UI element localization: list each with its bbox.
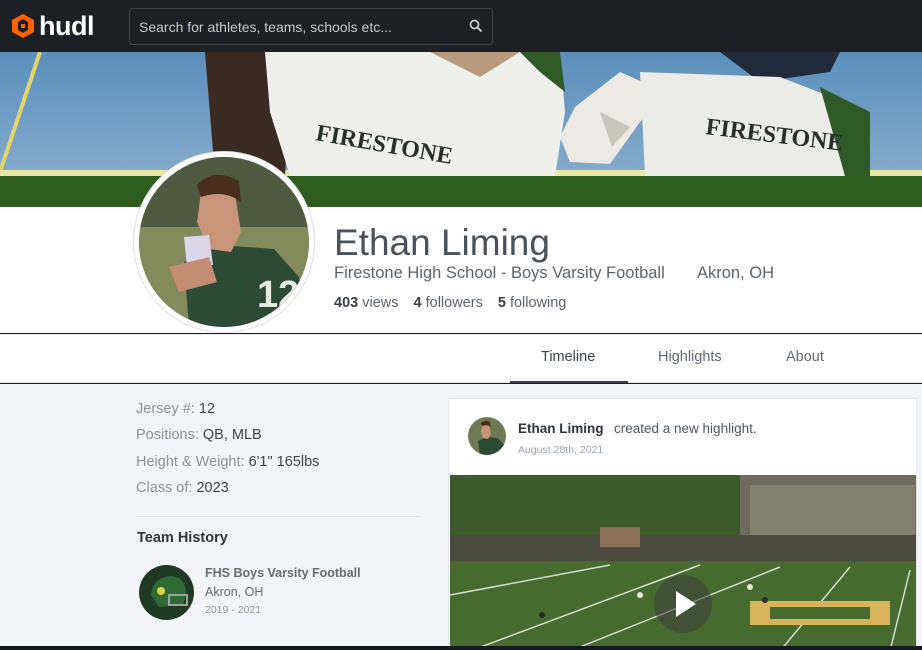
hudl-logo[interactable]: hudl <box>10 10 94 42</box>
search-icon[interactable] <box>469 19 483 33</box>
search-box[interactable] <box>129 8 493 45</box>
cover-photo: FIRESTONE FIRESTONE <box>0 52 922 207</box>
positions-row: Positions: QB, MLB <box>136 427 262 443</box>
search-input[interactable] <box>130 9 460 44</box>
tab-timeline[interactable]: Timeline <box>541 349 595 365</box>
play-icon <box>676 591 696 617</box>
team-helmet-logo[interactable] <box>139 565 194 620</box>
post-author-name[interactable]: Ethan Liming <box>518 421 604 436</box>
bottom-edge <box>0 646 922 650</box>
post-date: August 28th, 2021 <box>518 444 604 456</box>
views-stat: 403 views <box>334 295 399 311</box>
athlete-name: Ethan Liming <box>334 222 550 263</box>
play-button[interactable] <box>654 575 712 633</box>
following-stat[interactable]: 5 following <box>498 295 567 311</box>
hudl-logo-icon <box>12 14 34 38</box>
jersey-number-row: Jersey #: 12 <box>136 401 216 417</box>
profile-stats: 403 views 4 followers 5 following <box>334 295 566 311</box>
post-author-avatar[interactable] <box>468 417 506 455</box>
team-history-title: Team History <box>137 530 228 546</box>
profile-avatar[interactable]: 12 <box>134 152 314 332</box>
post-action-text: created a new highlight. <box>614 421 757 436</box>
timeline-post: Ethan Liming created a new highlight. Au… <box>448 398 917 650</box>
highlight-video-thumbnail[interactable] <box>450 475 916 649</box>
team-location: Akron, OH <box>205 585 264 599</box>
athlete-team[interactable]: Firestone High School - Boys Varsity Foo… <box>334 264 665 283</box>
athlete-location: Akron, OH <box>697 264 775 282</box>
section-divider <box>136 516 420 517</box>
tab-about[interactable]: About <box>786 349 824 365</box>
followers-stat[interactable]: 4 followers <box>414 295 483 311</box>
height-weight-row: Height & Weight: 6'1" 165lbs <box>136 454 320 470</box>
active-tab-indicator <box>510 381 628 383</box>
top-navigation-bar: hudl <box>0 0 922 52</box>
tab-highlights[interactable]: Highlights <box>658 349 722 365</box>
hudl-wordmark: hudl <box>39 10 94 41</box>
team-name[interactable]: FHS Boys Varsity Football <box>205 566 361 580</box>
team-years: 2019 - 2021 <box>205 604 262 616</box>
class-of-row: Class of: 2023 <box>136 480 229 496</box>
profile-tabs: Timeline Highlights About <box>0 334 922 383</box>
